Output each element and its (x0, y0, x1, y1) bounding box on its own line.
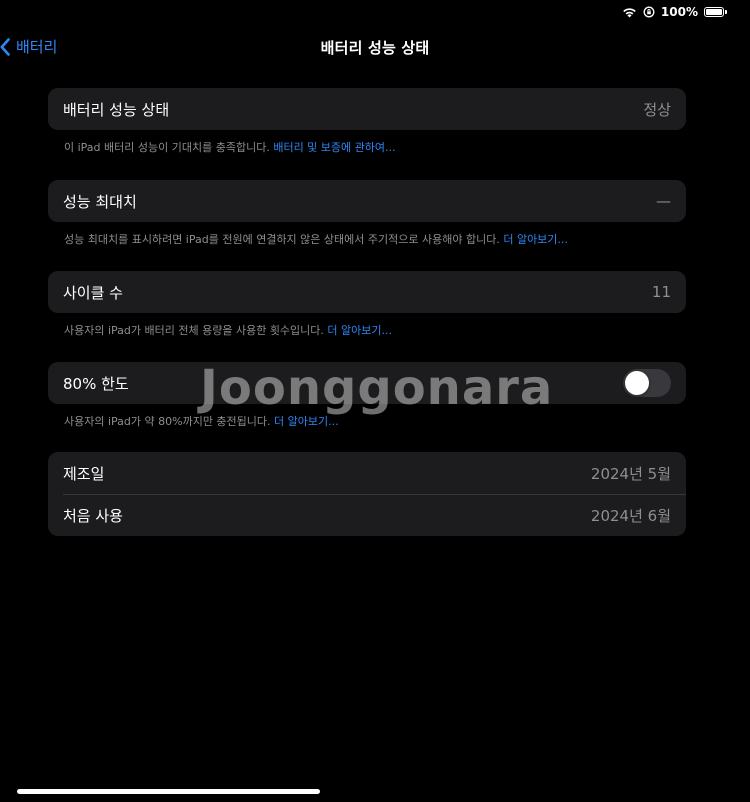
manufacture-date-label: 제조일 (63, 464, 105, 483)
first-use-row: 처음 사용 2024년 6월 (48, 494, 686, 536)
cycle-count-footnote-text: 사용자의 iPad가 배터리 전체 용량을 사용한 횟수입니다. (64, 324, 328, 337)
cycle-count-value: 11 (651, 283, 671, 301)
manufacture-date-row: 제조일 2024년 5월 (48, 452, 686, 494)
first-use-value: 2024년 6월 (590, 506, 671, 525)
max-capacity-learn-more-link[interactable]: 더 알아보기... (503, 233, 568, 246)
battery-health-footnote: 이 iPad 배터리 성능이 기대치를 충족합니다. 배터리 및 보증에 관하여… (64, 139, 704, 155)
max-capacity-footnote: 성능 최대치를 표시하려면 iPad를 전원에 연결하지 않은 상태에서 주기적… (64, 231, 704, 247)
home-indicator[interactable] (17, 789, 320, 794)
limit-80-row: 80% 한도 (48, 362, 686, 404)
cycle-count-learn-more-link[interactable]: 더 알아보기... (327, 324, 392, 337)
limit-80-footnote-text: 사용자의 iPad가 약 80%까지만 충전됩니다. (64, 415, 275, 428)
battery-percent: 100% (660, 5, 698, 19)
max-capacity-row: 성능 최대치 — (48, 180, 686, 222)
cycle-count-group: 사이클 수 11 (48, 271, 686, 313)
battery-health-row: 배터리 성능 상태 정상 (48, 88, 686, 130)
status-bar: 100% (622, 3, 727, 21)
cycle-count-footnote: 사용자의 iPad가 배터리 전체 용량을 사용한 횟수입니다. 더 알아보기.… (64, 322, 704, 338)
max-capacity-value: — (656, 192, 671, 210)
max-capacity-group: 성능 최대치 — (48, 180, 686, 222)
battery-health-value: 정상 (643, 100, 671, 119)
battery-warranty-link[interactable]: 배터리 및 보증에 관하여... (273, 141, 395, 154)
navigation-bar: 배터리 배터리 성능 상태 (0, 30, 750, 64)
cycle-count-label: 사이클 수 (63, 283, 123, 302)
battery-health-group: 배터리 성능 상태 정상 (48, 88, 686, 130)
page-title: 배터리 성능 상태 (320, 39, 430, 57)
limit-80-group: 80% 한도 (48, 362, 686, 404)
battery-health-label: 배터리 성능 상태 (63, 100, 170, 119)
cycle-count-row: 사이클 수 11 (48, 271, 686, 313)
limit-80-toggle[interactable] (623, 369, 671, 397)
battery-icon (704, 7, 727, 17)
first-use-label: 처음 사용 (63, 506, 123, 525)
dates-group: 제조일 2024년 5월 처음 사용 2024년 6월 (48, 452, 686, 536)
max-capacity-footnote-text: 성능 최대치를 표시하려면 iPad를 전원에 연결하지 않은 상태에서 주기적… (64, 233, 504, 246)
battery-health-footnote-text: 이 iPad 배터리 성능이 기대치를 충족합니다. (64, 141, 274, 154)
manufacture-date-value: 2024년 5월 (590, 464, 671, 483)
orientation-lock-icon (643, 6, 655, 18)
limit-80-footnote: 사용자의 iPad가 약 80%까지만 충전됩니다. 더 알아보기... (64, 413, 704, 429)
max-capacity-label: 성능 최대치 (63, 192, 137, 211)
limit-80-learn-more-link[interactable]: 더 알아보기... (274, 415, 339, 428)
limit-80-label: 80% 한도 (63, 374, 129, 393)
toggle-knob (625, 371, 649, 395)
wifi-icon (622, 7, 637, 18)
